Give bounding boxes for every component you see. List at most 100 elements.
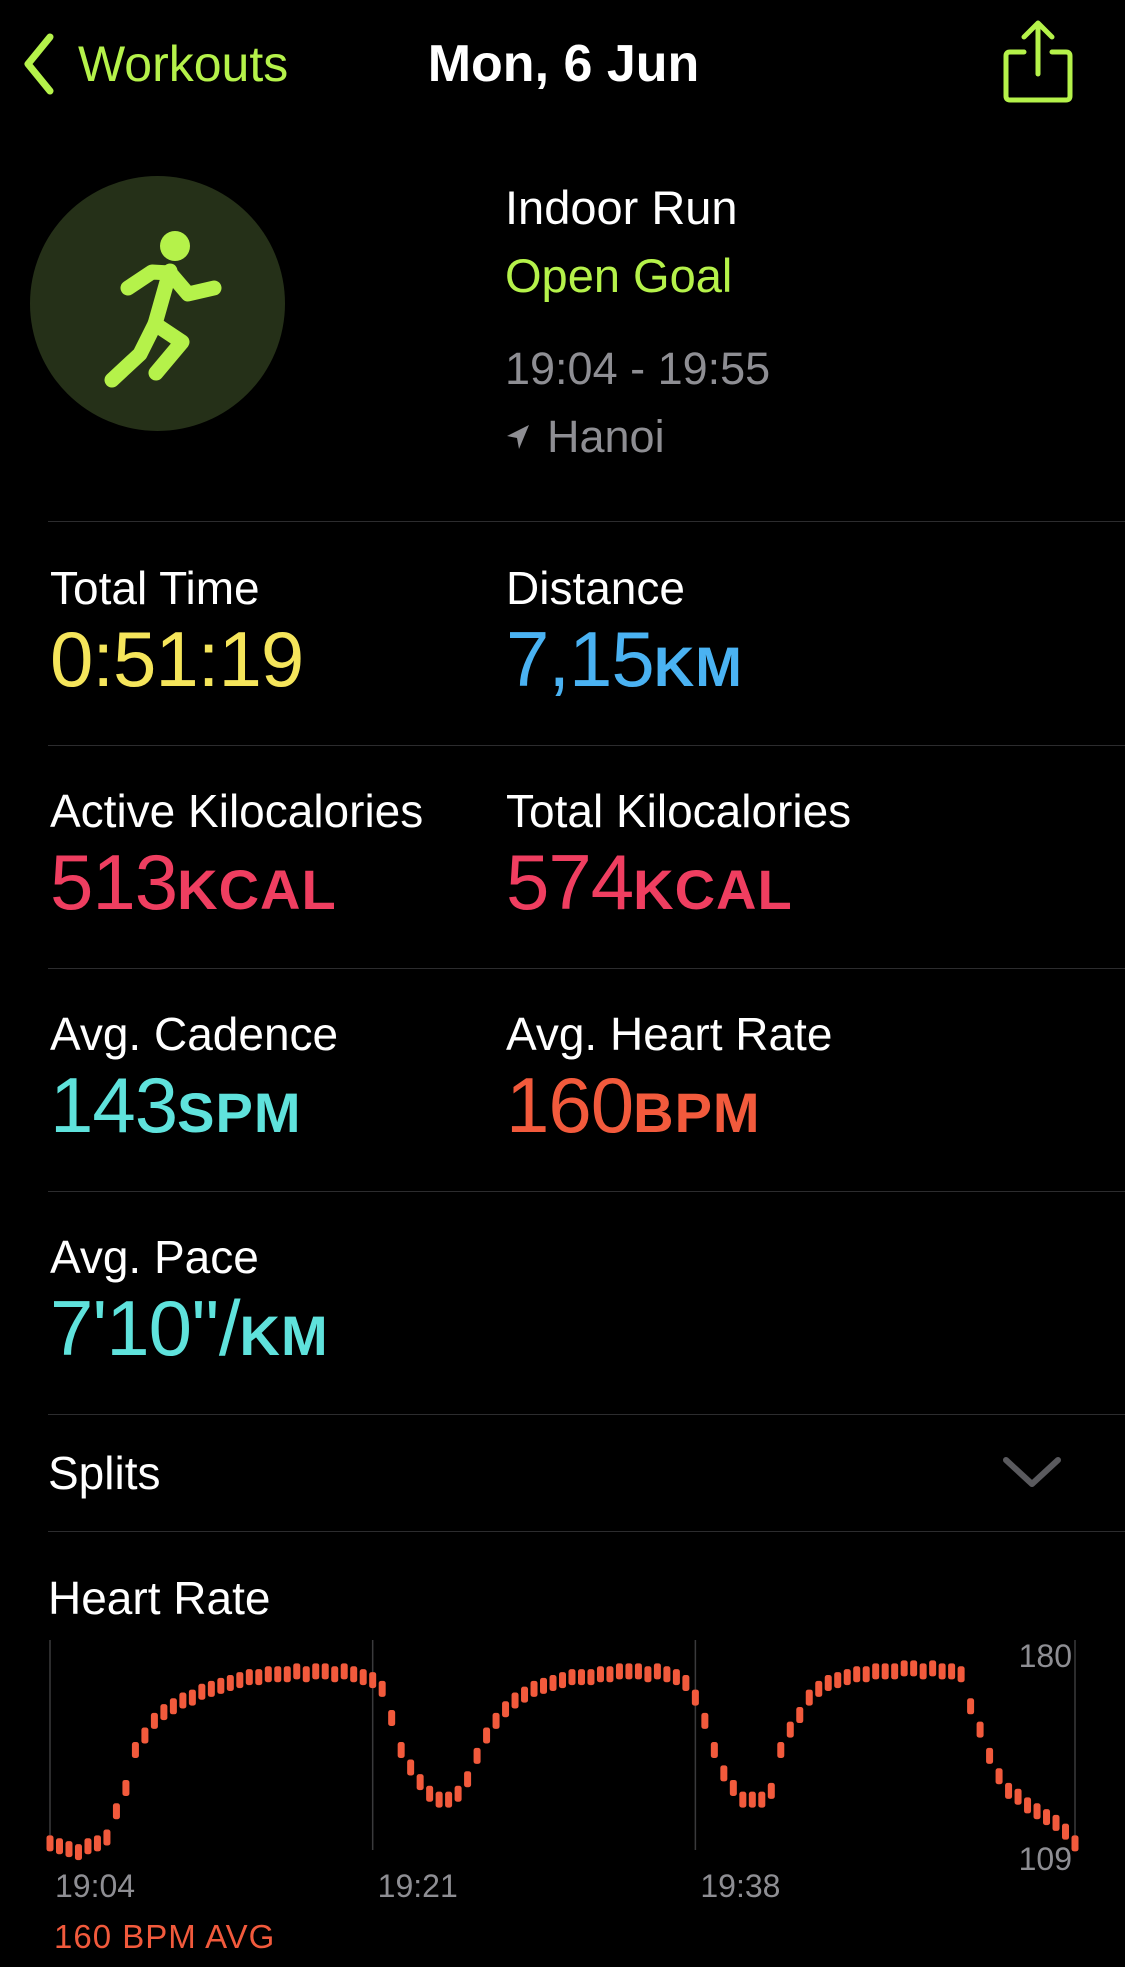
heart-rate-point [84, 1838, 92, 1855]
heart-rate-point [815, 1680, 823, 1697]
heart-rate-point [1043, 1809, 1051, 1826]
heart-rate-point [255, 1669, 263, 1686]
heart-rate-point [103, 1829, 111, 1846]
heart-rate-point [1071, 1835, 1079, 1852]
heart-rate-point [615, 1663, 623, 1680]
metric-value: 574KCAL [506, 838, 793, 926]
heart-rate-point [995, 1768, 1003, 1785]
heart-rate-point [786, 1721, 794, 1738]
metric-value: 160BPM [506, 1061, 761, 1149]
metric-total-kilocalories: Total Kilocalories 574KCAL [506, 783, 851, 933]
heart-rate-point [198, 1683, 206, 1700]
heart-rate-point [511, 1692, 519, 1709]
heart-rate-point [929, 1660, 937, 1677]
heart-rate-point [388, 1709, 396, 1726]
metric-label: Active Kilocalories [50, 785, 424, 837]
heart-rate-point [369, 1672, 377, 1689]
heart-rate-chart: 180 109 19:04 19:21 19:38 [46, 1640, 1079, 1904]
heart-rate-point [748, 1791, 756, 1808]
heart-rate-point [46, 1835, 54, 1852]
heart-rate-point [559, 1672, 566, 1689]
heart-rate-point [540, 1677, 548, 1694]
heart-rate-point [976, 1721, 984, 1738]
heart-rate-point [1005, 1782, 1013, 1799]
heart-rate-point [483, 1727, 491, 1744]
metric-label: Total Time [50, 562, 260, 614]
divider [48, 1414, 1125, 1415]
x-tick-label: 19:38 [700, 1868, 780, 1904]
heart-rate-point [492, 1712, 500, 1729]
heart-rate-point [919, 1663, 927, 1680]
splits-label: Splits [48, 1447, 161, 1499]
heart-rate-point [217, 1677, 225, 1694]
metric-avg-cadence: Avg. Cadence 143SPM [50, 1006, 338, 1156]
heart-rate-point [321, 1663, 329, 1680]
heart-rate-point [122, 1779, 130, 1796]
location-arrow-icon [507, 425, 529, 449]
heart-rate-point [691, 1689, 699, 1706]
metric-unit: KM [653, 635, 743, 698]
heart-rate-point [312, 1663, 320, 1680]
metric-label: Avg. Heart Rate [506, 1008, 833, 1060]
metric-unit: SPM [177, 1081, 302, 1144]
share-button[interactable] [1000, 18, 1076, 106]
heart-rate-point [881, 1663, 889, 1680]
heart-rate-point [796, 1707, 804, 1724]
heart-rate-point [445, 1791, 453, 1808]
heart-rate-point [948, 1663, 956, 1680]
metric-label: Distance [506, 562, 685, 614]
metric-active-kilocalories: Active Kilocalories 513KCAL [50, 783, 423, 933]
heart-rate-point [502, 1701, 510, 1718]
divider [48, 745, 1125, 746]
heart-rate-point [359, 1669, 367, 1686]
heart-rate-point [207, 1680, 215, 1697]
heart-rate-point [767, 1782, 775, 1799]
heart-rate-point [407, 1759, 415, 1776]
x-tick-label: 19:21 [378, 1868, 458, 1904]
heart-rate-point [340, 1663, 348, 1680]
heart-rate-point [653, 1663, 661, 1680]
running-figure-icon [104, 231, 222, 388]
navigation-bar: Workouts Mon, 6 Jun [0, 0, 1125, 130]
heart-rate-point [891, 1663, 899, 1680]
heart-rate-point [1033, 1803, 1041, 1820]
metric-unit: BPM [633, 1081, 761, 1144]
heart-rate-point [843, 1669, 851, 1686]
divider [48, 1531, 1125, 1532]
heart-rate-point [634, 1663, 642, 1680]
heart-rate-point [824, 1674, 832, 1691]
heart-rate-point [65, 1841, 73, 1858]
metric-value: 143SPM [50, 1061, 302, 1149]
chevron-down-icon [1003, 1457, 1061, 1487]
heart-rate-point [758, 1791, 766, 1808]
metric-total-time: Total Time 0:51:19 [50, 560, 304, 702]
heart-rate-point [1014, 1788, 1022, 1805]
metric-unit: KM [239, 1304, 329, 1367]
heart-rate-point [625, 1663, 633, 1680]
heart-rate-point [141, 1727, 149, 1744]
heart-rate-point [777, 1742, 785, 1759]
heart-rate-point [188, 1689, 196, 1706]
heart-rate-point [1052, 1814, 1060, 1831]
heart-rate-point [805, 1689, 813, 1706]
heart-rate-point [131, 1742, 139, 1759]
metric-value: 7,15KM [506, 615, 743, 703]
heart-rate-point [862, 1666, 870, 1683]
heart-rate-point [236, 1672, 244, 1689]
y-tick-label: 180 [1019, 1640, 1072, 1674]
metric-label: Avg. Pace [50, 1231, 259, 1283]
share-icon [1003, 20, 1073, 103]
heart-rate-point [1062, 1823, 1070, 1840]
divider [48, 968, 1125, 969]
metric-label: Avg. Cadence [50, 1008, 339, 1060]
heart-rate-point [834, 1672, 842, 1689]
heart-rate-average: 160 BPM AVG [54, 1918, 276, 1955]
heart-rate-point [1024, 1797, 1032, 1814]
workout-time-range: 19:04 - 19:55 [505, 343, 771, 394]
heart-rate-point [93, 1835, 101, 1852]
page-title: Mon, 6 Jun [427, 35, 700, 93]
splits-row[interactable]: Splits [48, 1418, 1078, 1528]
heart-rate-point [729, 1779, 737, 1796]
heart-rate-point [938, 1663, 946, 1680]
heart-rate-point [378, 1680, 386, 1697]
